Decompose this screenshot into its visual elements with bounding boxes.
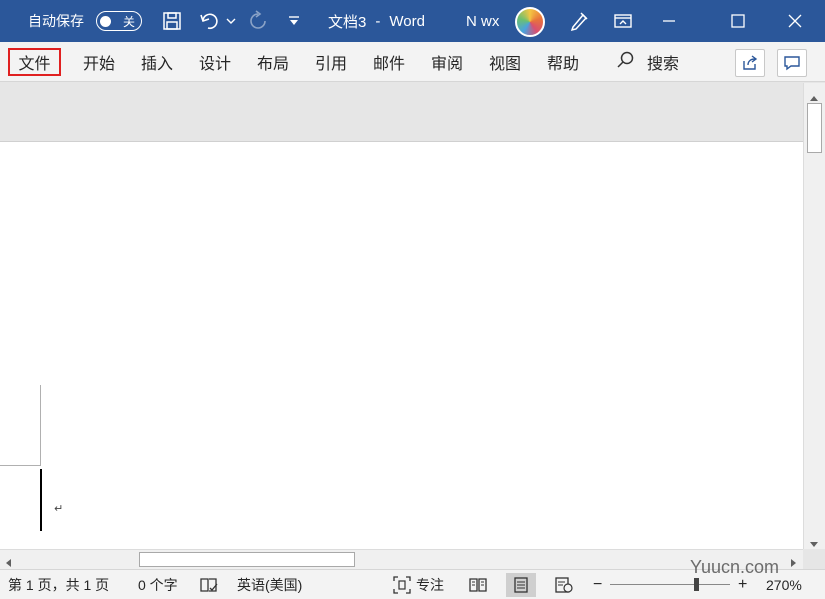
tab-insert[interactable]: 插入 [133,48,181,76]
customize-toolbar-icon[interactable] [288,0,300,42]
horizontal-scrollbar[interactable] [0,549,803,569]
title-bar: 自动保存 关 文档3 - Word N wx [0,0,825,42]
tab-mailings[interactable]: 邮件 [365,48,413,76]
autosave-toggle[interactable]: 关 [96,11,142,31]
close-button[interactable] [772,0,818,42]
zoom-out-icon[interactable]: − [593,570,602,599]
document-canvas-top [0,83,803,141]
scrollbar-corner [803,549,825,569]
tab-file[interactable]: 文件 [8,48,61,76]
web-layout-button[interactable] [549,573,579,597]
paragraph-mark: ↵ [54,503,64,515]
user-name[interactable]: N wx [466,0,499,42]
web-icon [555,577,573,593]
tab-home[interactable]: 开始 [75,48,123,76]
tab-help[interactable]: 帮助 [539,48,587,76]
margin-corner-horizontal [0,465,41,466]
minimize-button[interactable] [646,0,692,42]
language[interactable]: 英语(美国) [237,570,302,599]
zoom-slider-thumb[interactable] [694,578,699,591]
document-page[interactable]: ↵ [0,141,803,549]
page-info[interactable]: 第 1 页，共 1 页 [8,570,109,599]
focus-icon [393,576,411,594]
horizontal-scroll-thumb[interactable] [139,552,355,567]
page-icon [514,577,528,593]
proofing-icon[interactable] [200,570,218,599]
comments-button[interactable] [777,49,807,77]
focus-mode-button[interactable]: 专注 [393,570,444,599]
word-count[interactable]: 0 个字 [138,570,178,599]
tab-design[interactable]: 设计 [191,48,239,76]
app-name: Word [389,12,425,30]
avatar[interactable] [515,7,545,37]
search-box[interactable]: 搜索 [615,48,679,76]
undo-dropdown-icon[interactable] [226,0,236,42]
tab-review[interactable]: 审阅 [423,48,471,76]
tab-layout[interactable]: 布局 [249,48,297,76]
pen-icon[interactable] [565,0,593,42]
autosave-state: 关 [123,14,136,29]
document-name: 文档3 [328,13,367,31]
text-cursor [40,469,42,531]
window-title: 文档3 - Word [328,0,425,42]
zoom-slider[interactable] [610,584,730,585]
save-icon[interactable] [158,0,186,42]
search-icon [615,50,635,75]
toggle-knob [100,15,111,27]
autosave-label: 自动保存 [28,13,84,29]
share-icon [743,55,758,70]
tab-view[interactable]: 视图 [481,48,529,76]
watermark: Yuucn.com [690,557,780,577]
maximize-button[interactable] [715,0,761,42]
ribbon-display-options-button[interactable] [600,0,646,42]
title-separator: - [375,12,381,30]
tab-references[interactable]: 引用 [307,48,355,76]
undo-icon[interactable] [196,0,224,42]
print-layout-button[interactable] [506,573,536,597]
search-label: 搜索 [647,56,680,73]
share-button[interactable] [735,49,765,77]
vertical-scroll-thumb[interactable] [807,103,822,153]
margin-corner-vertical [40,385,41,465]
focus-label: 专注 [416,577,444,593]
redo-icon[interactable] [244,0,272,42]
read-mode-button[interactable] [463,573,493,597]
vertical-scrollbar[interactable] [803,83,825,549]
book-icon [469,578,487,592]
ribbon-tab-bar: 文件 开始 插入 设计 布局 引用 邮件 审阅 视图 帮助 搜索 [0,42,825,82]
comment-icon [784,56,800,71]
